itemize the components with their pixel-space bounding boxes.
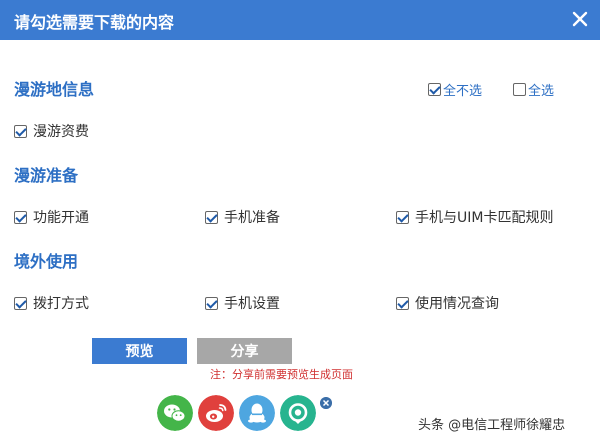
checkbox-label: 拨打方式	[33, 296, 89, 312]
checkbox-label: 手机设置	[224, 296, 280, 312]
checkbox-box[interactable]	[396, 296, 409, 310]
checkbox-usage-query[interactable]: 使用情况查询	[396, 293, 499, 313]
wechat-icon[interactable]	[157, 395, 193, 431]
qq-icon[interactable]	[239, 395, 275, 431]
checkbox-dialing[interactable]: 拨打方式	[14, 293, 89, 313]
select-none-label: 全不选	[443, 84, 483, 99]
checkbox-activation[interactable]: 功能开通	[14, 207, 89, 227]
section-title-roaming-info: 漫游地信息	[14, 80, 95, 99]
checkbox-box[interactable]	[14, 124, 27, 138]
checkbox-box[interactable]	[14, 210, 27, 224]
checkbox-label: 手机准备	[224, 210, 280, 226]
select-none-box[interactable]	[428, 83, 441, 96]
dialog-title: 请勾选需要下载的内容	[14, 13, 175, 32]
checkbox-box[interactable]	[205, 296, 218, 310]
checkbox-label: 功能开通	[33, 210, 89, 226]
preview-button[interactable]: 预览	[92, 338, 187, 364]
close-icon[interactable]	[570, 9, 590, 29]
dialog-titlebar: 请勾选需要下载的内容	[0, 0, 600, 40]
select-none-checkbox[interactable]: 全不选	[428, 80, 482, 99]
checkbox-box[interactable]	[396, 210, 409, 224]
checkbox-phone-prep[interactable]: 手机准备	[205, 207, 280, 227]
checkbox-label: 漫游资费	[33, 124, 89, 140]
select-all-box[interactable]	[513, 83, 526, 96]
section-title-overseas-use: 境外使用	[14, 252, 79, 271]
checkbox-uim-rules[interactable]: 手机与UIM卡匹配规则	[396, 207, 553, 227]
watermark: 头条 @电信工程师徐耀忠	[418, 418, 566, 433]
section-title-roaming-prep: 漫游准备	[14, 166, 79, 185]
checkbox-box[interactable]	[14, 296, 27, 310]
weibo-icon[interactable]	[198, 395, 234, 431]
checkbox-phone-settings[interactable]: 手机设置	[205, 293, 280, 313]
share-button[interactable]: 分享	[197, 338, 292, 364]
checkbox-label: 手机与UIM卡匹配规则	[415, 210, 554, 226]
select-all-label: 全选	[528, 84, 555, 99]
select-all-checkbox[interactable]: 全选	[513, 80, 554, 99]
checkbox-label: 使用情况查询	[415, 296, 499, 312]
checkbox-box[interactable]	[205, 210, 218, 224]
share-close-icon[interactable]	[320, 397, 332, 409]
checkbox-roaming-fees[interactable]: 漫游资费	[14, 121, 89, 141]
share-note: 注：分享前需要预览生成页面	[210, 368, 353, 381]
qzone-icon[interactable]	[280, 395, 316, 431]
